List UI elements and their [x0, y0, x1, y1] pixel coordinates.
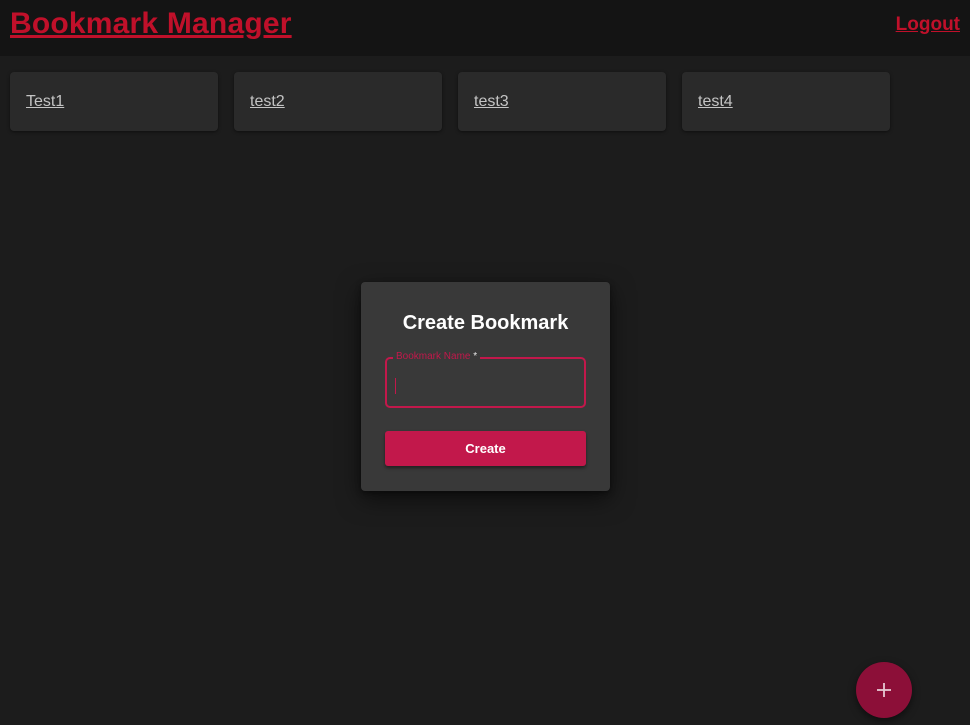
create-button[interactable]: Create [385, 431, 586, 466]
app-root: Bookmark Manager Logout Test1 test2 test… [0, 0, 970, 725]
plus-icon [856, 662, 912, 718]
dialog-title: Create Bookmark [402, 312, 569, 334]
bookmark-link[interactable]: test3 [474, 91, 509, 113]
logout-link[interactable]: Logout [896, 12, 960, 38]
header-bar: Bookmark Manager Logout [0, 0, 970, 56]
bookmark-card[interactable]: test3 [458, 72, 666, 131]
required-marker: * [473, 351, 478, 362]
bookmark-name-label-text: Bookmark Name [396, 351, 471, 362]
bookmark-card[interactable]: Test1 [10, 72, 218, 131]
app-title-link[interactable]: Bookmark Manager [10, 4, 292, 44]
bookmark-name-label: Bookmark Name * [393, 351, 481, 363]
add-bookmark-fab[interactable] [856, 662, 912, 718]
bookmark-link[interactable]: test2 [250, 91, 285, 113]
bookmark-name-input[interactable] [395, 371, 575, 393]
bookmark-name-field[interactable]: Bookmark Name * [385, 351, 586, 408]
text-cursor [395, 378, 396, 394]
bookmark-card[interactable]: test2 [234, 72, 442, 131]
bookmark-link[interactable]: test4 [698, 91, 733, 113]
bookmark-link[interactable]: Test1 [26, 91, 64, 113]
bookmark-card[interactable]: test4 [682, 72, 890, 131]
create-bookmark-dialog: Create Bookmark Bookmark Name * Create [361, 282, 610, 491]
